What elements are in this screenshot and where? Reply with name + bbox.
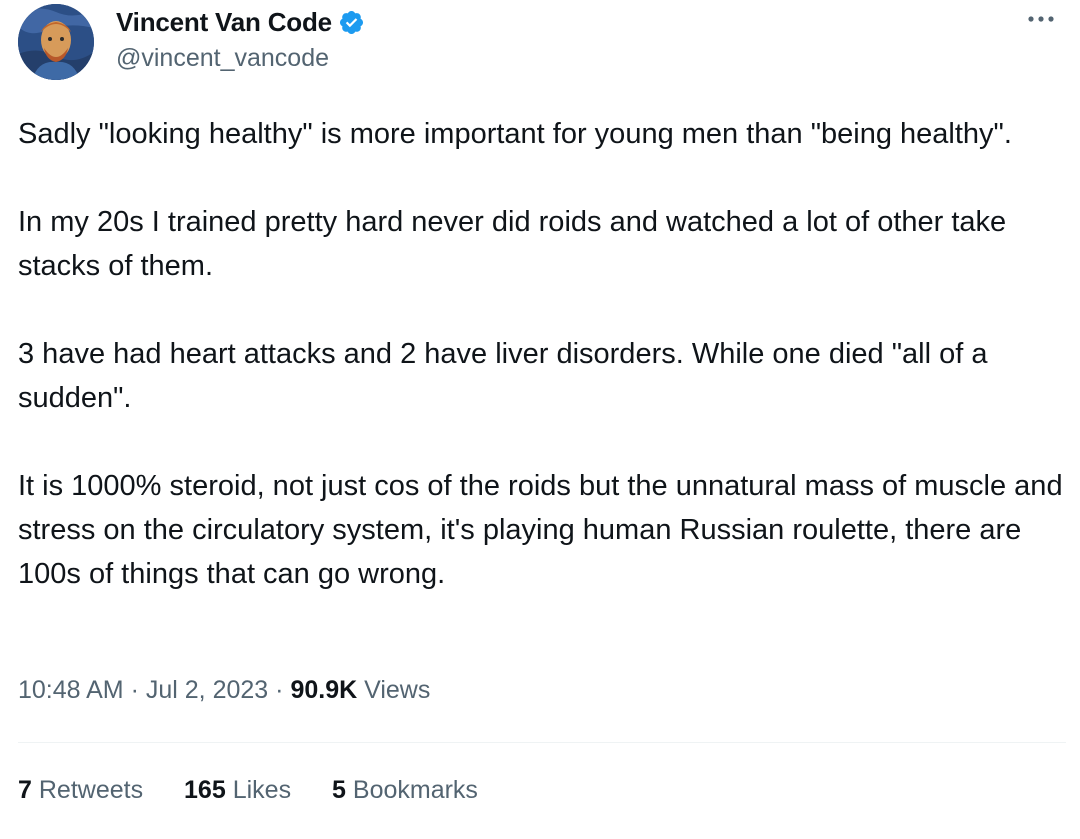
likes-count: 165 <box>184 776 226 804</box>
verified-badge-icon <box>338 9 365 36</box>
retweets-stat[interactable]: 7 Retweets <box>18 776 143 805</box>
avatar-image <box>18 4 94 80</box>
meta-separator: · <box>130 676 139 704</box>
tweet-meta: 10:48 AM · Jul 2, 2023 · 90.9K Views <box>18 676 430 705</box>
display-name-row: Vincent Van Code <box>116 4 365 40</box>
author-display-name[interactable]: Vincent Van Code <box>116 7 332 38</box>
tweet-paragraph: In my 20s I trained pretty hard never di… <box>18 206 1007 282</box>
bookmarks-stat[interactable]: 5 Bookmarks <box>332 776 478 805</box>
retweets-count: 7 <box>18 776 32 804</box>
meta-separator: · <box>275 676 284 704</box>
tweet-stats: 7 Retweets 165 Likes 5 Bookmarks <box>18 776 512 805</box>
tweet-paragraph: 3 have had heart attacks and 2 have live… <box>18 338 988 414</box>
author-handle[interactable]: @vincent_vancode <box>116 44 365 73</box>
more-options-icon[interactable] <box>1026 12 1056 26</box>
likes-label: Likes <box>232 776 292 804</box>
divider <box>18 742 1066 743</box>
author-block: Vincent Van Code @vincent_vancode <box>116 4 365 73</box>
tweet-header: Vincent Van Code @vincent_vancode <box>18 4 1068 80</box>
bookmarks-label: Bookmarks <box>352 776 478 804</box>
tweet-paragraph: Sadly "looking healthy" is more importan… <box>18 118 1012 150</box>
tweet-card: Vincent Van Code @vincent_vancode Sadly … <box>0 0 1080 839</box>
likes-stat[interactable]: 165 Likes <box>184 776 291 805</box>
tweet-paragraph: It is 1000% steroid, not just cos of the… <box>18 470 1063 590</box>
views-count: 90.9K <box>290 676 358 704</box>
avatar[interactable] <box>18 4 94 80</box>
retweets-label: Retweets <box>38 776 144 804</box>
bookmarks-count: 5 <box>332 776 346 804</box>
views-label: Views <box>364 676 431 704</box>
tweet-date[interactable]: Jul 2, 2023 <box>146 676 268 704</box>
tweet-time[interactable]: 10:48 AM <box>18 676 124 704</box>
tweet-text: Sadly "looking healthy" is more importan… <box>18 112 1068 596</box>
